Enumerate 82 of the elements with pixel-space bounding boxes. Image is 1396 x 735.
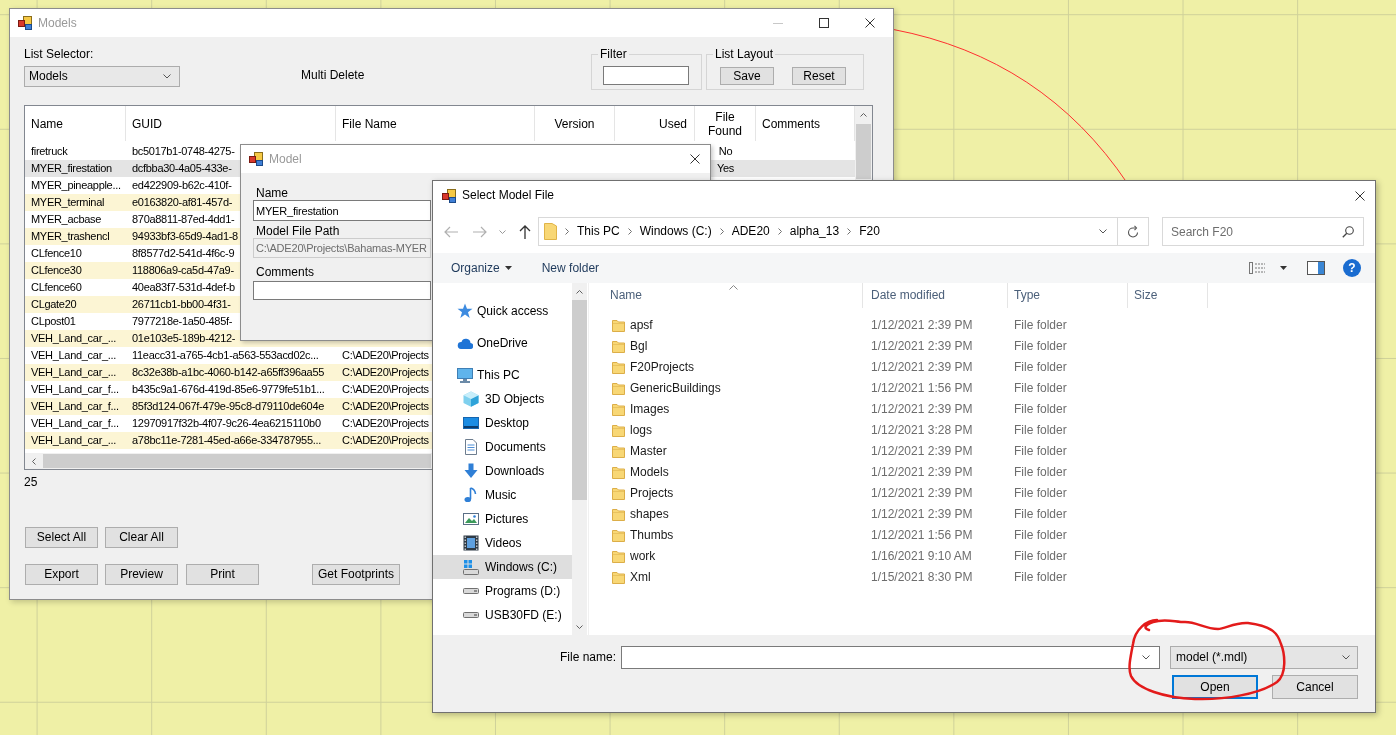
guid-text: 8f8577d2-541d-4f6c-9	[132, 246, 235, 261]
model-name: VEH_Land_car_f...	[31, 399, 119, 414]
file-type: File folder	[1014, 402, 1067, 416]
file-type: File folder	[1014, 339, 1067, 353]
file-type: File folder	[1014, 528, 1067, 542]
guid-text: 8c32e38b-a1bc-4060-b142-a65ff396aa55	[132, 365, 325, 380]
file-type: File folder	[1014, 486, 1067, 500]
file-type: File folder	[1014, 549, 1067, 563]
modified-date: 1/12/2021 2:39 PM	[871, 339, 973, 353]
modified-date: 1/12/2021 2:39 PM	[871, 360, 973, 374]
guid-text: 7977218e-1a50-485f-	[132, 314, 233, 329]
modified-date: 1/12/2021 2:39 PM	[871, 465, 973, 479]
group-label: Filter	[598, 47, 629, 61]
file-type: File folder	[1014, 444, 1067, 458]
multi-delete-label: Multi Delete	[301, 68, 365, 83]
guid-text: 870a8811-87ed-4dd1-	[132, 212, 235, 227]
field-label: Name	[256, 186, 288, 200]
model-name: CLgate20	[31, 297, 77, 312]
modified-date: 1/12/2021 2:39 PM	[871, 486, 973, 500]
guid-text: 94933bf3-65d9-4ad1-8	[132, 229, 238, 244]
model-name: CLfence60	[31, 280, 82, 295]
guid-text: 12970917f32b-4f07-9c26-4ea6215110b0	[132, 416, 321, 431]
file-found-status: Yes	[716, 161, 734, 176]
guid-text: 118806a9-ca5d-47a9-	[132, 263, 234, 278]
modified-date: 1/12/2021 2:39 PM	[871, 318, 973, 332]
guid-text: ed422909-b62c-410f-	[132, 178, 232, 193]
file-path: C:\ADE20\Projects	[342, 365, 429, 380]
file-type: File folder	[1014, 381, 1067, 395]
file-type: File folder	[1014, 423, 1067, 437]
file-type: File folder	[1014, 465, 1067, 479]
window-title: Model	[269, 151, 302, 167]
file-type: File folder	[1014, 318, 1067, 332]
guid-text: 40ea83f7-531d-4def-b	[132, 280, 235, 295]
model-name: CLfence10	[31, 246, 82, 261]
model-name: MYER_pineapple...	[31, 178, 121, 193]
model-name: MYER_firestation	[31, 161, 112, 176]
modified-date: 1/16/2021 9:10 AM	[871, 549, 972, 563]
field-label: File name:	[559, 650, 616, 665]
item-count: 25	[24, 475, 39, 490]
modified-date: 1/12/2021 2:39 PM	[871, 444, 973, 458]
model-name: VEH_Land_car_...	[31, 348, 117, 363]
modified-date: 1/12/2021 1:56 PM	[871, 381, 973, 395]
group-label: List Layout	[713, 47, 776, 61]
guid-text: dcfbba30-4a05-433e-	[132, 161, 232, 176]
model-name: MYER_terminal	[31, 195, 105, 210]
model-name: VEH_Land_car_f...	[31, 416, 119, 431]
model-name: VEH_Land_car_f...	[31, 382, 119, 397]
model-name: MYER_acbase	[31, 212, 102, 227]
modified-date: 1/15/2021 8:30 PM	[871, 570, 973, 584]
modified-date: 1/12/2021 2:39 PM	[871, 507, 973, 521]
model-name: CLfence30	[31, 263, 82, 278]
file-found-status: No	[718, 144, 733, 159]
modified-date: 1/12/2021 2:39 PM	[871, 402, 973, 416]
file-type: File folder	[1014, 570, 1067, 584]
file-path: C:\ADE20\Projects	[342, 382, 429, 397]
guid-text: 85f3d124-067f-479e-95c8-d79110de604e	[132, 399, 325, 414]
guid-text: b435c9a1-676d-419d-85e6-9779fe51b1...	[132, 382, 325, 397]
field-label: Comments	[256, 265, 314, 279]
guid-text: 01e103e5-189b-4212-	[132, 331, 236, 346]
field-label: List Selector:	[24, 47, 95, 62]
file-type: File folder	[1014, 360, 1067, 374]
modified-date: 1/12/2021 3:28 PM	[871, 423, 973, 437]
modified-date: 1/12/2021 1:56 PM	[871, 528, 973, 542]
window-title: Models	[38, 15, 77, 31]
model-name: VEH_Land_car_...	[31, 433, 117, 448]
model-name: VEH_Land_car_...	[31, 365, 117, 380]
model-name: MYER_trashencl	[31, 229, 110, 244]
guid-text: a78bc11e-7281-45ed-a66e-334787955...	[132, 433, 321, 448]
window-title: Select Model File	[462, 188, 555, 203]
model-name: VEH_Land_car_...	[31, 331, 117, 346]
guid-text: e0163820-af81-457d-	[132, 195, 233, 210]
guid-text: 26711cb1-bb00-4f31-	[132, 297, 231, 312]
model-name: firetruck	[31, 144, 68, 159]
model-name: CLpost01	[31, 314, 76, 329]
file-path: C:\ADE20\Projects	[342, 433, 429, 448]
guid-text: bc5017b1-0748-4275-	[132, 144, 235, 159]
guid-text: 11eacc31-a765-4cb1-a563-553acd02c...	[132, 348, 319, 363]
file-type: File folder	[1014, 507, 1067, 521]
file-path: C:\ADE20\Projects	[342, 348, 429, 363]
field-label: Model File Path	[256, 224, 340, 238]
file-path: C:\ADE20\Projects	[342, 399, 429, 414]
file-path: C:\ADE20\Projects	[342, 416, 429, 431]
